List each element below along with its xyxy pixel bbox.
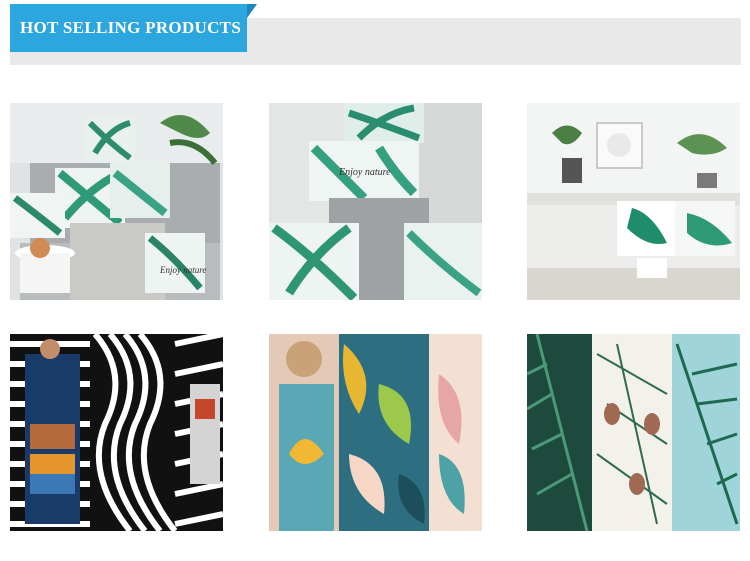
product-image-pillow-stack[interactable]: Enjoy nature — [269, 103, 482, 300]
product-image-fern-pinecone[interactable] — [527, 334, 740, 531]
abstract-leaves-illustration — [269, 334, 482, 531]
op-art-illustration — [10, 334, 223, 531]
living-room-illustration — [527, 103, 740, 300]
pillow-stack-illustration: Enjoy nature — [269, 103, 482, 300]
product-image-abstract-leaves[interactable] — [269, 334, 482, 531]
product-image-pillow-sofa[interactable]: Enjoy nature — [10, 103, 223, 300]
fern-pinecone-illustration — [527, 334, 740, 531]
pillow-print-text: Enjoy nature — [338, 167, 391, 178]
product-image-living-room[interactable] — [527, 103, 740, 300]
pillow-print-text: Enjoy nature — [159, 265, 206, 275]
pillow-top — [85, 118, 135, 163]
pillow-sofa-illustration: Enjoy nature — [10, 103, 223, 300]
product-image-op-art[interactable] — [10, 334, 223, 531]
section-title: HOT SELLING PRODUCTS — [10, 4, 257, 52]
